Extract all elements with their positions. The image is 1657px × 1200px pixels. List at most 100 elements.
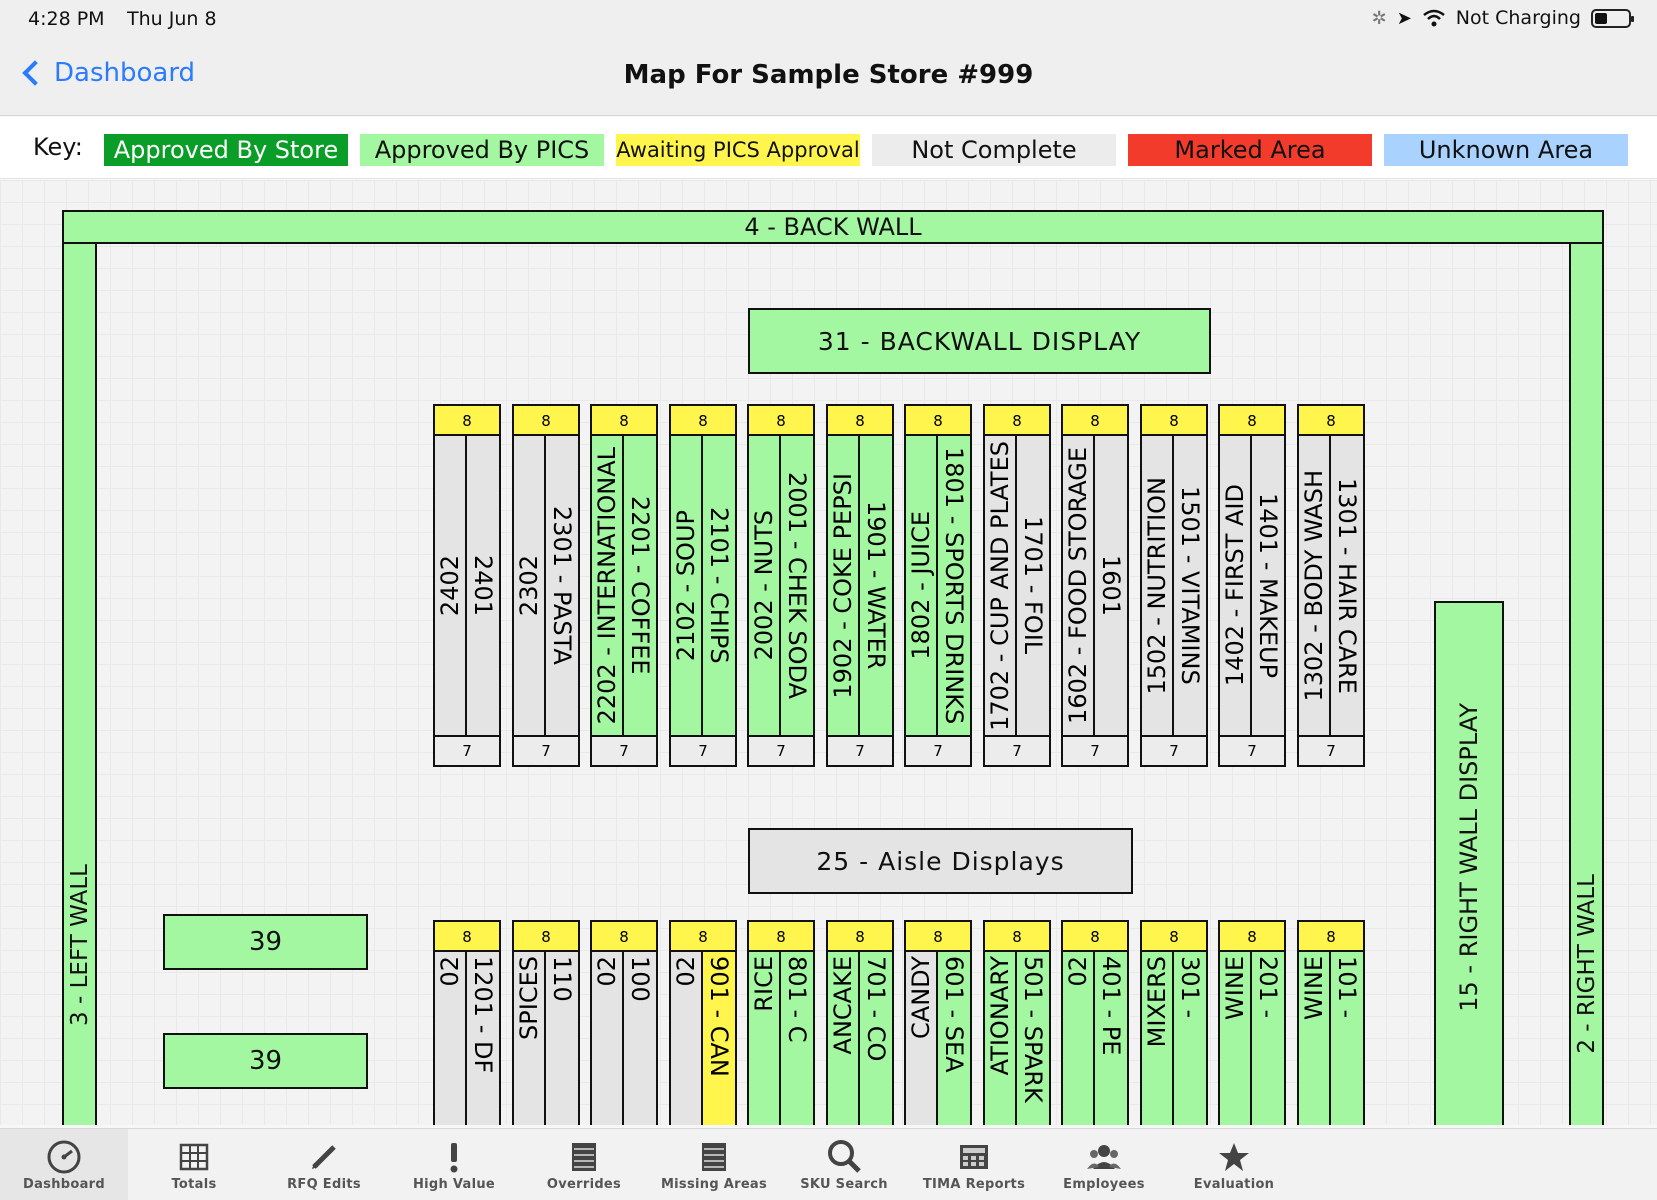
aisle-section-right[interactable]: 100 (624, 952, 656, 1125)
aisle-section-left[interactable]: 2302 (514, 436, 546, 735)
aisle-11[interactable]: 8 WINE 201 - (1218, 920, 1286, 1125)
tab-dashboard[interactable]: Dashboard (0, 1129, 128, 1200)
aisle-section-right[interactable]: 1901 - WATER (860, 436, 892, 735)
aisle-9[interactable]: 8 1602 - FOOD STORAGE 1601 7 (1061, 404, 1129, 767)
aisle-5[interactable]: 8 RICE 801 - C (747, 920, 815, 1125)
aisle-section-right[interactable]: 601 - SEA (938, 952, 970, 1125)
aisle-section-right[interactable]: 1801 - SPORTS DRINKS (938, 436, 970, 735)
tab-high-value[interactable]: High Value (390, 1129, 518, 1200)
aisle-10[interactable]: 8 MIXERS 301 - (1140, 920, 1208, 1125)
aisle-section-right[interactable]: 501 - SPARK (1017, 952, 1049, 1125)
aisle-7[interactable]: 8 CANDY 601 - SEA (904, 920, 972, 1125)
aisle-section-left[interactable]: 1302 - BODY WASH (1299, 436, 1331, 735)
aisle-section-right[interactable]: 2401 (467, 436, 499, 735)
aisle-section-right[interactable]: 2101 - CHIPS (703, 436, 735, 735)
aisle-section-left[interactable]: 02 (435, 952, 467, 1125)
aisle-8[interactable]: 8 ATIONARY 501 - SPARK (983, 920, 1051, 1125)
aisle-section-left[interactable]: MIXERS (1142, 952, 1174, 1125)
aisle-section-left[interactable]: SPICES (514, 952, 546, 1125)
tab-sku-search[interactable]: SKU Search (780, 1129, 908, 1200)
aisle-section-right[interactable]: 901 - CAN (703, 952, 735, 1125)
aisle-section-left[interactable]: 1502 - NUTRITION (1142, 436, 1174, 735)
aisle-section-left[interactable]: 02 (671, 952, 703, 1125)
aisle-12[interactable]: 8 WINE 101 - (1297, 920, 1365, 1125)
aisle-section-left[interactable]: WINE (1220, 952, 1252, 1125)
aisle-section-right[interactable]: 1701 - FOIL (1017, 436, 1049, 735)
aisle-7[interactable]: 8 1802 - JUICE 1801 - SPORTS DRINKS 7 (904, 404, 972, 767)
aisle-section-left[interactable]: 02 (592, 952, 624, 1125)
aisle-section-left[interactable]: 2002 - NUTS (749, 436, 781, 735)
aisle-section-left[interactable]: 1802 - JUICE (906, 436, 938, 735)
search-icon (828, 1140, 861, 1173)
tab-totals[interactable]: Totals (130, 1129, 258, 1200)
aisle-6[interactable]: 8 ANCAKE 701 - CO (826, 920, 894, 1125)
aisle-section-label: 1801 - SPORTS DRINKS (940, 446, 968, 725)
aisle-3[interactable]: 8 02 100 (590, 920, 658, 1125)
display-39-b[interactable]: 39 (163, 1033, 368, 1089)
aisle-section-left[interactable]: CANDY (906, 952, 938, 1125)
aisle-section-right[interactable]: 2301 - PASTA (546, 436, 578, 735)
backwall-display[interactable]: 31 - BACKWALL DISPLAY (748, 308, 1211, 374)
aisle-section-right[interactable]: 701 - CO (860, 952, 892, 1125)
aisle-top-count: 8 (828, 406, 892, 436)
aisle-displays[interactable]: 25 - Aisle Displays (748, 828, 1133, 894)
aisle-section-left[interactable]: 1602 - FOOD STORAGE (1063, 436, 1095, 735)
back-wall[interactable]: 4 - BACK WALL (62, 210, 1604, 244)
aisle-section-right[interactable]: 1201 - DF (467, 952, 499, 1125)
aisle-5[interactable]: 8 2002 - NUTS 2001 - CHEK SODA 7 (747, 404, 815, 767)
aisle-4[interactable]: 8 2102 - SOUP 2101 - CHIPS 7 (669, 404, 737, 767)
aisle-section-left[interactable]: WINE (1299, 952, 1331, 1125)
right-wall[interactable]: 2 - RIGHT WALL (1569, 242, 1604, 1125)
aisle-section-right[interactable]: 2001 - CHEK SODA (781, 436, 813, 735)
aisle-12[interactable]: 8 1302 - BODY WASH 1301 - HAIR CARE 7 (1297, 404, 1365, 767)
tab-tima-reports[interactable]: TIMA Reports (910, 1129, 1038, 1200)
display-39-a[interactable]: 39 (163, 914, 368, 970)
aisle-10[interactable]: 8 1502 - NUTRITION 1501 - VITAMINS 7 (1140, 404, 1208, 767)
aisle-section-label: 2402 (436, 554, 464, 617)
aisle-section-right[interactable]: 1301 - HAIR CARE (1331, 436, 1363, 735)
tab-label: High Value (412, 1177, 496, 1192)
aisle-2[interactable]: 8 2302 2301 - PASTA 7 (512, 404, 580, 767)
aisle-section-left[interactable]: 2402 (435, 436, 467, 735)
aisle-section-left[interactable]: 2202 - INTERNATIONAL (592, 436, 624, 735)
aisle-top-count: 8 (671, 406, 735, 436)
aisle-section-label: 2002 - NUTS (750, 510, 778, 661)
aisle-1[interactable]: 8 2402 2401 7 (433, 404, 501, 767)
right-wall-display[interactable]: 15 - RIGHT WALL DISPLAY (1434, 601, 1504, 1125)
tab-bar: Dashboard Totals RFQ Edits High Value Ov… (0, 1128, 1657, 1200)
aisle-section-left[interactable]: ATIONARY (985, 952, 1017, 1125)
aisle-section-left[interactable]: 1402 - FIRST AID (1220, 436, 1252, 735)
left-wall[interactable]: 3 - LEFT WALL (62, 242, 97, 1125)
aisle-11[interactable]: 8 1402 - FIRST AID 1401 - MAKEUP 7 (1218, 404, 1286, 767)
store-map[interactable]: 4 - BACK WALL 3 - LEFT WALL 2 - RIGHT WA… (0, 180, 1657, 1125)
aisle-4[interactable]: 8 02 901 - CAN (669, 920, 737, 1125)
aisle-2[interactable]: 8 SPICES 110 (512, 920, 580, 1125)
aisle-section-right[interactable]: 1401 - MAKEUP (1252, 436, 1284, 735)
aisle-section-right[interactable]: 1601 (1095, 436, 1127, 735)
aisle-1[interactable]: 8 02 1201 - DF (433, 920, 501, 1125)
aisle-section-right[interactable]: 201 - (1252, 952, 1284, 1125)
aisle-section-right[interactable]: 110 (546, 952, 578, 1125)
aisle-9[interactable]: 8 02 401 - PE (1061, 920, 1129, 1125)
tab-evaluation[interactable]: Evaluation (1170, 1129, 1298, 1200)
aisle-section-right[interactable]: 2201 - COFFEE (624, 436, 656, 735)
tab-rfq-edits[interactable]: RFQ Edits (260, 1129, 388, 1200)
aisle-section-right[interactable]: 1501 - VITAMINS (1174, 436, 1206, 735)
aisle-8[interactable]: 8 1702 - CUP AND PLATES 1701 - FOIL 7 (983, 404, 1051, 767)
aisle-6[interactable]: 8 1902 - COKE PEPSI 1901 - WATER 7 (826, 404, 894, 767)
aisle-section-left[interactable]: 2102 - SOUP (671, 436, 703, 735)
aisle-section-left[interactable]: ANCAKE (828, 952, 860, 1125)
aisle-section-right[interactable]: 401 - PE (1095, 952, 1127, 1125)
aisle-section-left[interactable]: 1902 - COKE PEPSI (828, 436, 860, 735)
aisle-section-right[interactable]: 301 - (1174, 952, 1206, 1125)
aisle-section-right[interactable]: 801 - C (781, 952, 813, 1125)
aisle-3[interactable]: 8 2202 - INTERNATIONAL 2201 - COFFEE 7 (590, 404, 658, 767)
aisle-section-left[interactable]: 1702 - CUP AND PLATES (985, 436, 1017, 735)
aisle-section-left[interactable]: RICE (749, 952, 781, 1125)
tab-missing-areas[interactable]: Missing Areas (650, 1129, 778, 1200)
tab-employees[interactable]: Employees (1040, 1129, 1168, 1200)
aisle-section-right[interactable]: 101 - (1331, 952, 1363, 1125)
tab-overrides[interactable]: Overrides (520, 1129, 648, 1200)
aisle-section-label: 1802 - JUICE (907, 511, 935, 660)
aisle-section-left[interactable]: 02 (1063, 952, 1095, 1125)
